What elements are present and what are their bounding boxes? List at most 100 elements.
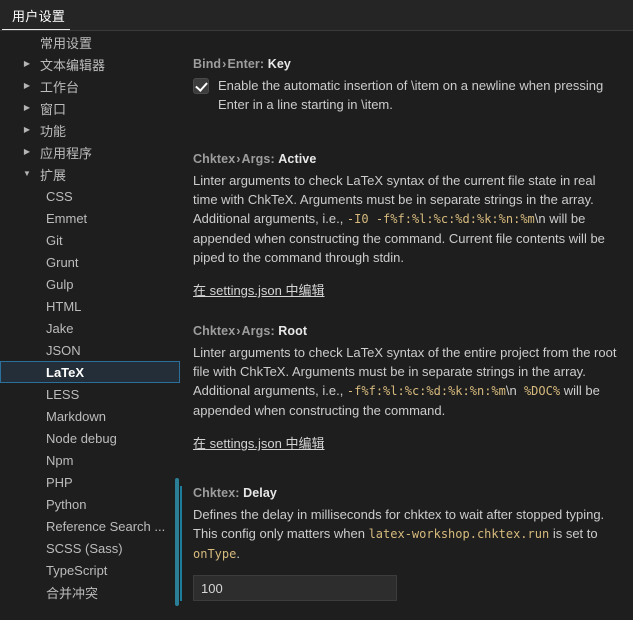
chevron-down-icon[interactable]: ▼ xyxy=(22,170,32,178)
setting-colon: : xyxy=(259,57,265,71)
toc-item-label: CSS xyxy=(46,188,73,204)
toc-item-label: 应用程序 xyxy=(40,145,93,161)
toc-item-label: 工作台 xyxy=(40,79,80,95)
settings-editor: 常用设置 ▶ 文本编辑器 ▶ 工作台 ▶ 窗口 ▶ 功能 ▶ 应用程序 ▼ 扩展 CSS Emmet Git G… xyxy=(0,31,633,620)
chevron-right-icon[interactable]: ▶ xyxy=(22,60,32,68)
setting-chktex-args-root[interactable]: Chktex›Args: Root Linter arguments to ch… xyxy=(180,324,633,453)
setting-title: Chktex›Args: Root xyxy=(193,324,619,338)
chevron-right-icon[interactable]: ▶ xyxy=(22,104,32,112)
chktex-delay-input[interactable] xyxy=(193,575,397,601)
setting-colon: : xyxy=(270,152,275,166)
toc-item-label: PHP xyxy=(46,474,73,490)
toc-item-json[interactable]: JSON xyxy=(0,339,180,361)
setting-category-1: Chktex xyxy=(193,486,236,500)
toc-item-label: Gulp xyxy=(46,276,74,292)
toc-item-latex[interactable]: LaTeX xyxy=(0,361,180,383)
setting-description: Linter arguments to check LaTeX syntax o… xyxy=(193,343,619,420)
toc-item-label: Node debug xyxy=(46,430,117,446)
toc-item-应用程序[interactable]: ▶ 应用程序 xyxy=(0,141,180,163)
toc-item-label: TypeScript xyxy=(46,562,108,578)
code-item-1: \item xyxy=(410,78,440,93)
toc-item-label: 功能 xyxy=(40,123,67,139)
chevron-right-icon[interactable]: ▶ xyxy=(22,148,32,156)
setting-category-2: Enter xyxy=(227,57,260,71)
toc-item-扩展[interactable]: ▼ 扩展 xyxy=(0,163,180,185)
toc-item-label: 文本编辑器 xyxy=(40,57,106,73)
settings-toc[interactable]: 常用设置 ▶ 文本编辑器 ▶ 工作台 ▶ 窗口 ▶ 功能 ▶ 应用程序 ▼ 扩展 CSS Emmet Git G… xyxy=(0,31,180,620)
setting-chktex-delay[interactable]: Chktex: Delay Defines the delay in milli… xyxy=(180,486,633,601)
code-enter: Enter xyxy=(218,97,250,112)
toc-item-git[interactable]: Git xyxy=(0,229,180,251)
code-newline-literal: \n xyxy=(505,383,517,398)
toc-item-emmet[interactable]: Emmet xyxy=(0,207,180,229)
setting-category-1: Chktex xyxy=(193,324,236,338)
setting-title: Chktex›Args: Active xyxy=(193,152,619,166)
desc-text-4: . xyxy=(389,97,393,112)
code-item-2: \item xyxy=(361,97,390,112)
settings-toc-list: 常用设置 ▶ 文本编辑器 ▶ 工作台 ▶ 窗口 ▶ 功能 ▶ 应用程序 ▼ 扩展 CSS Emmet Git G… xyxy=(0,31,180,603)
setting-leaf-name: Root xyxy=(278,324,308,338)
code-doc-placeholder: %DOC% xyxy=(516,384,561,398)
chevron-right-icon[interactable]: ▶ xyxy=(22,126,32,134)
toc-item-node-debug[interactable]: Node debug xyxy=(0,427,180,449)
toc-item-less[interactable]: LESS xyxy=(0,383,180,405)
setting-category-1: Chktex xyxy=(193,152,236,166)
setting-leaf-name: Key xyxy=(267,57,291,71)
setting-checkbox-row[interactable]: Enable the automatic insertion of \item … xyxy=(193,76,619,114)
toc-item-窗口[interactable]: ▶ 窗口 xyxy=(0,97,180,119)
toc-item-功能[interactable]: ▶ 功能 xyxy=(0,119,180,141)
toc-item-label: Reference Search ... xyxy=(46,518,166,534)
toc-item-php[interactable]: PHP xyxy=(0,471,180,493)
setting-colon: : xyxy=(270,324,275,338)
toc-item-typescript[interactable]: TypeScript xyxy=(0,559,180,581)
code-chktex-args: -f%f:%l:%c:%d:%k:%n:%m xyxy=(346,384,506,398)
toc-item-scss-sass[interactable]: SCSS (Sass) xyxy=(0,537,180,559)
setting-description: Linter arguments to check LaTeX syntax o… xyxy=(193,171,619,267)
code-ontype: onType xyxy=(193,547,237,561)
toc-item-label: 窗口 xyxy=(40,101,67,117)
toc-item-label: JSON xyxy=(46,342,81,358)
editor-tab-bar: 用户设置 xyxy=(0,0,633,31)
setting-bind-enter-key[interactable]: Bind›Enter: Key Enable the automatic ins… xyxy=(180,57,633,114)
setting-category-2: Args xyxy=(241,152,271,166)
toc-item-label: SCSS (Sass) xyxy=(46,540,123,556)
desc-text-2: is set to xyxy=(549,526,598,541)
toc-item-常用设置[interactable]: 常用设置 xyxy=(0,31,180,53)
toc-item-合并冲突[interactable]: 合并冲突 xyxy=(0,581,180,603)
setting-checkbox[interactable] xyxy=(193,78,209,94)
setting-leaf-name: Delay xyxy=(243,486,277,500)
edit-in-settings-json-link[interactable]: 在 settings.json 中编辑 xyxy=(193,280,325,299)
setting-description: Enable the automatic insertion of \item … xyxy=(218,76,619,114)
toc-item-npm[interactable]: Npm xyxy=(0,449,180,471)
setting-chktex-args-active[interactable]: Chktex›Args: Active Linter arguments to … xyxy=(180,152,633,300)
settings-list: Bind›Enter: Key Enable the automatic ins… xyxy=(180,31,633,620)
toc-item-grunt[interactable]: Grunt xyxy=(0,251,180,273)
settings-toc-scrollbar[interactable] xyxy=(175,478,179,606)
tab-user-settings[interactable]: 用户设置 xyxy=(0,0,78,31)
toc-item-label: 合并冲突 xyxy=(46,585,99,601)
setting-title: Chktex: Delay xyxy=(193,486,619,500)
toc-item-label: Python xyxy=(46,496,87,512)
setting-title: Bind›Enter: Key xyxy=(193,57,619,71)
edit-in-settings-json-link[interactable]: 在 settings.json 中编辑 xyxy=(193,433,325,452)
toc-item-label: Grunt xyxy=(46,254,79,270)
toc-item-reference-search[interactable]: Reference Search ... xyxy=(0,515,180,537)
toc-item-jake[interactable]: Jake xyxy=(0,317,180,339)
code-chktex-run-key: latex-workshop.chktex.run xyxy=(368,527,550,541)
toc-item-label: Git xyxy=(46,232,63,248)
toc-item-css[interactable]: CSS xyxy=(0,185,180,207)
setting-description: Defines the delay in milliseconds for ch… xyxy=(193,505,619,564)
toc-item-label: Jake xyxy=(46,320,74,336)
desc-text-3: . xyxy=(236,546,240,561)
toc-item-gulp[interactable]: Gulp xyxy=(0,273,180,295)
toc-item-python[interactable]: Python xyxy=(0,493,180,515)
toc-item-label: HTML xyxy=(46,298,82,314)
toc-item-文本编辑器[interactable]: ▶ 文本编辑器 xyxy=(0,53,180,75)
toc-item-markdown[interactable]: Markdown xyxy=(0,405,180,427)
chevron-right-icon[interactable]: ▶ xyxy=(22,82,32,90)
toc-item-html[interactable]: HTML xyxy=(0,295,180,317)
toc-item-label: Emmet xyxy=(46,210,88,226)
code-newline-literal: \n xyxy=(534,211,546,226)
toc-item-工作台[interactable]: ▶ 工作台 xyxy=(0,75,180,97)
desc-text-3: in a line starting in xyxy=(249,97,362,112)
